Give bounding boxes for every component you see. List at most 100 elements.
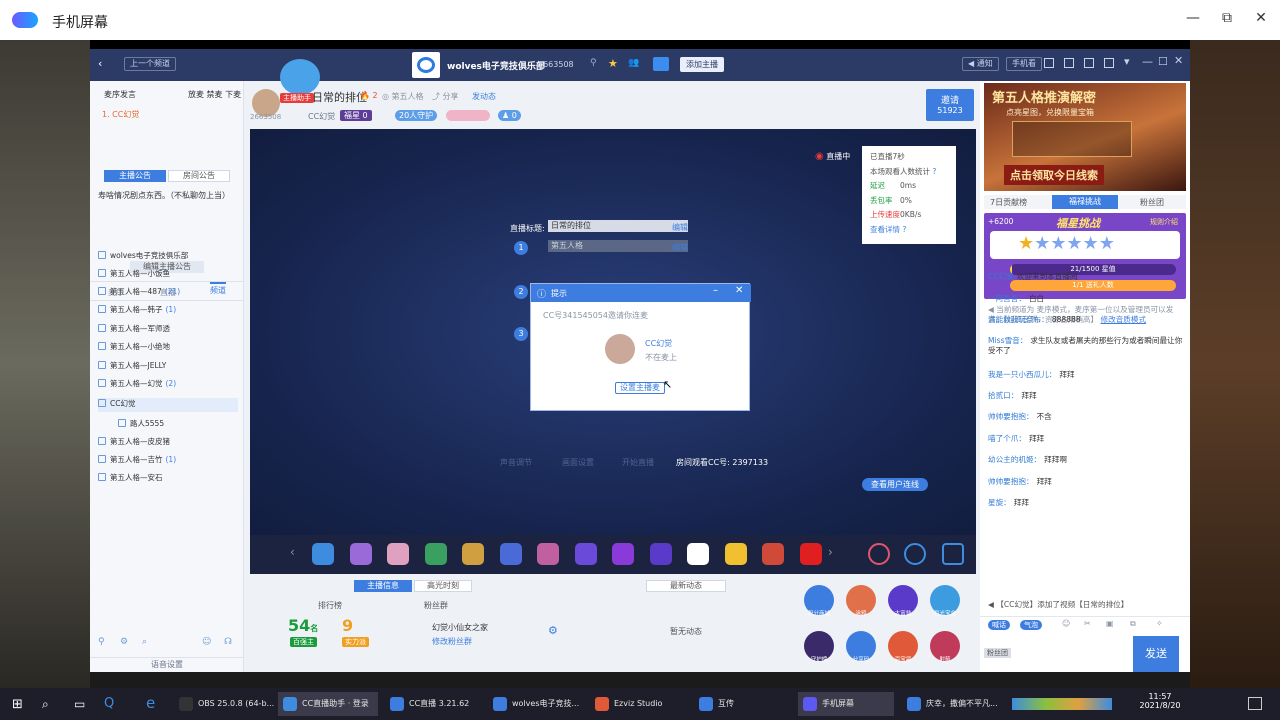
- gift-icon[interactable]: [537, 543, 559, 565]
- edge-icon[interactable]: e: [146, 694, 155, 712]
- chat-username[interactable]: 帅帅要抱抱：: [988, 412, 1034, 421]
- favorite-star-icon[interactable]: ★: [608, 57, 618, 70]
- dropdown-icon[interactable]: ▾: [1124, 55, 1130, 68]
- settings-icon[interactable]: ⚙: [120, 637, 128, 647]
- mic-actions[interactable]: 放麦 禁麦 下麦: [188, 89, 241, 100]
- taskbar-app[interactable]: 手机屏幕: [798, 692, 894, 716]
- members-icon[interactable]: 👥: [628, 58, 639, 68]
- add-anchor-button[interactable]: 添加主播: [680, 57, 724, 72]
- chat-username[interactable]: 喵了个爪：: [988, 434, 1026, 443]
- gift-icon[interactable]: [724, 543, 747, 565]
- restore-button[interactable]: ⧉: [1214, 10, 1240, 30]
- category-link[interactable]: ◎ 第五人格: [382, 91, 424, 102]
- task-icon[interactable]: [904, 543, 926, 565]
- chat-username[interactable]: 幼公主的机姬：: [988, 455, 1041, 464]
- tab-fan-group[interactable]: 粉丝团: [1140, 197, 1164, 208]
- close-app-icon[interactable]: ✕: [1174, 54, 1183, 67]
- post-dynamic-link[interactable]: 发动态: [472, 91, 496, 102]
- tab-channel[interactable]: 频道: [210, 282, 226, 296]
- pin-icon[interactable]: ⚲: [590, 58, 597, 68]
- dialog-user-name[interactable]: CC幻觉: [645, 338, 672, 349]
- search-icon[interactable]: ⌕: [42, 697, 49, 712]
- activity-icon[interactable]: 涂鸦: [846, 585, 876, 617]
- activity-icon[interactable]: 大富翁: [888, 585, 918, 617]
- close-button[interactable]: ✕: [1248, 10, 1274, 30]
- prev-channel-button[interactable]: 上一个频道: [124, 57, 176, 71]
- channel-item[interactable]: 第五人格—吉竹 (1): [98, 454, 176, 468]
- gift-icon[interactable]: [612, 543, 634, 565]
- gift-next-icon[interactable]: ›: [828, 545, 833, 559]
- gift-prev-icon[interactable]: ‹: [290, 545, 295, 559]
- chat-username[interactable]: 满能救我玩奈布：: [988, 315, 1049, 324]
- back-icon[interactable]: ‹: [98, 57, 102, 70]
- chat-username[interactable]: 帅帅要抱抱：: [988, 477, 1034, 486]
- search-icon[interactable]: ⌕: [142, 637, 147, 647]
- chat-username[interactable]: 星旋：: [988, 498, 1011, 507]
- share-button[interactable]: ⤴ 分享: [432, 91, 459, 102]
- set-anchor-mic-button[interactable]: 设置主播麦: [615, 382, 665, 394]
- dialog-close-icon[interactable]: ✕: [735, 285, 743, 296]
- chat-username[interactable]: Miss雪音：: [988, 336, 1027, 345]
- channel-item[interactable]: 第五人格—安石: [98, 472, 166, 486]
- notification-icon[interactable]: [1248, 697, 1262, 710]
- channel-item[interactable]: 第五人格—幻觉 (2): [98, 378, 176, 392]
- gift-icon[interactable]: [687, 543, 709, 565]
- fan-club-edit-link[interactable]: 修改粉丝群: [432, 636, 472, 647]
- gift-icon[interactable]: [762, 543, 784, 565]
- image-icon[interactable]: ▣: [1106, 619, 1114, 628]
- chat-username[interactable]: 我是一只小西瓜儿：: [988, 370, 1056, 379]
- clock[interactable]: 11:57 2021/8/20: [1132, 692, 1188, 710]
- lottery-icon[interactable]: [868, 543, 890, 565]
- activity-icon[interactable]: 百宝袋: [888, 631, 918, 663]
- gift-icon[interactable]: [312, 543, 334, 565]
- order-mode-select[interactable]: 麦序发言: [104, 89, 136, 100]
- message-icon[interactable]: [1084, 58, 1094, 68]
- channel-item[interactable]: 第五人格—小饭鱼: [98, 268, 173, 282]
- gift-icon[interactable]: [349, 543, 372, 565]
- activity-icon[interactable]: 月光宝盒: [930, 585, 960, 617]
- channel-item[interactable]: 第五人格—JELLY: [98, 360, 169, 374]
- start-live-button[interactable]: 开始直播: [622, 457, 654, 468]
- emoji-icon[interactable]: ☺: [1062, 619, 1070, 628]
- grid-icon[interactable]: [1044, 58, 1054, 68]
- guard-badge[interactable]: 20人守护: [395, 110, 438, 121]
- shout-tab[interactable]: 喊话: [988, 620, 1010, 630]
- gift-icon[interactable]: [649, 543, 672, 565]
- tab-anchor-info[interactable]: 主播信息: [354, 580, 412, 592]
- title-input[interactable]: 日常的排位: [548, 220, 688, 232]
- channel-item[interactable]: 第五人格—韩子 (1): [98, 304, 176, 318]
- voice-settings-button[interactable]: 语音设置: [90, 657, 244, 672]
- bag-icon[interactable]: [942, 543, 964, 565]
- channel-item[interactable]: 路人5555: [118, 418, 167, 432]
- sound-adjust-button[interactable]: 声音调节: [500, 457, 532, 468]
- camera-icon[interactable]: [653, 57, 669, 71]
- mic-queue-item[interactable]: 1. CC幻觉: [102, 109, 139, 120]
- max-icon[interactable]: ☐: [1158, 55, 1168, 68]
- chat-input[interactable]: [1020, 633, 1128, 669]
- gift-icon[interactable]: [499, 543, 522, 565]
- taskbar-app[interactable]: CC直播助手 · 登录: [278, 692, 378, 716]
- minimize-button[interactable]: —: [1180, 10, 1206, 30]
- windows-start-icon[interactable]: ⊞: [12, 697, 23, 712]
- category-input[interactable]: 第五人格: [548, 240, 688, 252]
- gift-icon[interactable]: [462, 543, 484, 565]
- tab-highlights[interactable]: 高光时刻: [414, 580, 472, 592]
- gift-icon[interactable]: [424, 543, 447, 565]
- channel-item[interactable]: 第五人格—皮皮猪: [98, 436, 173, 450]
- activity-icon[interactable]: 守护榜: [804, 631, 834, 663]
- copy-icon[interactable]: ⧉: [1130, 619, 1136, 629]
- fans-tag[interactable]: 粉丝团: [984, 648, 1011, 658]
- activity-icon[interactable]: 分享码: [846, 631, 876, 663]
- event-banner[interactable]: 第五人格推演解密 点亮星图，兑换限量宝箱 点击领取今日线索: [984, 83, 1186, 191]
- title-edit-link[interactable]: 编辑: [672, 222, 688, 233]
- tab-anchor-notice[interactable]: 主播公告: [104, 170, 166, 182]
- menu-icon[interactable]: [1104, 58, 1114, 68]
- taskbar-app[interactable]: CC直播 3.21.62: [385, 692, 481, 716]
- send-button[interactable]: 发送: [1133, 636, 1179, 672]
- activity-icon[interactable]: 射箭: [930, 631, 960, 663]
- channel-item[interactable]: 第五人格—487 (21): [98, 286, 180, 300]
- category-edit-link[interactable]: 编辑: [672, 242, 688, 253]
- bubble-tab[interactable]: 气泡: [1020, 620, 1042, 630]
- taskbar-app[interactable]: 互传: [694, 692, 790, 716]
- task-view-icon[interactable]: ▭: [74, 697, 85, 711]
